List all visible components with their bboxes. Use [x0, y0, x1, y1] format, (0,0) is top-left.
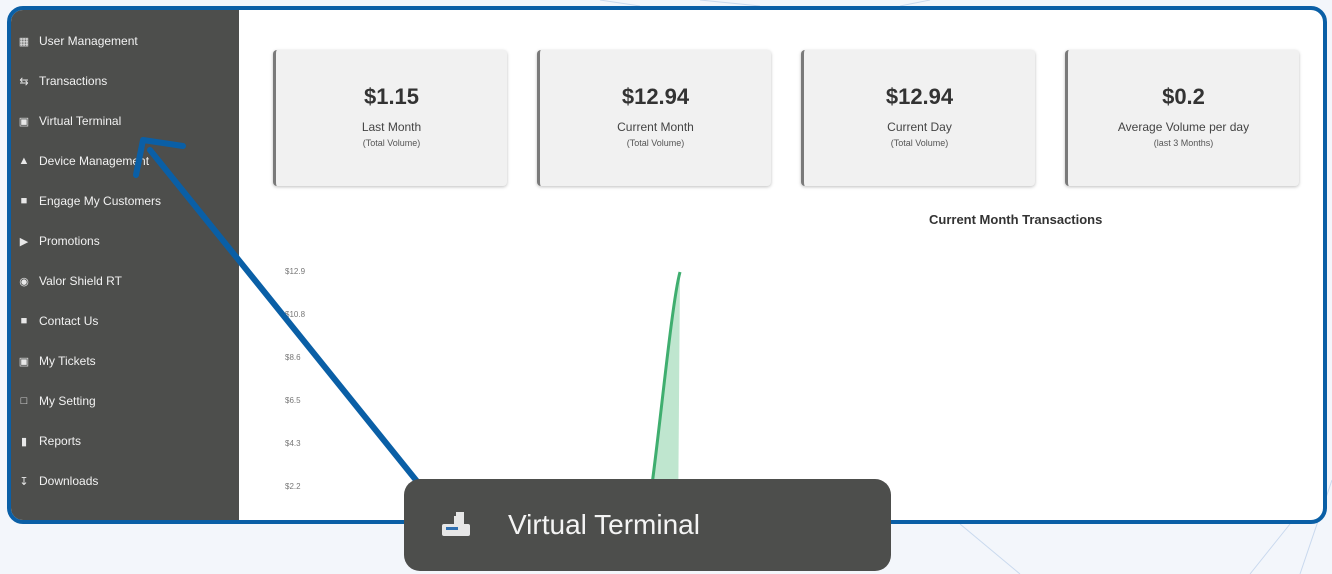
- callout-label: Virtual Terminal: [508, 509, 700, 540]
- terminal-icon: [442, 512, 470, 536]
- virtual-terminal-callout[interactable]: Virtual Terminal: [404, 479, 891, 571]
